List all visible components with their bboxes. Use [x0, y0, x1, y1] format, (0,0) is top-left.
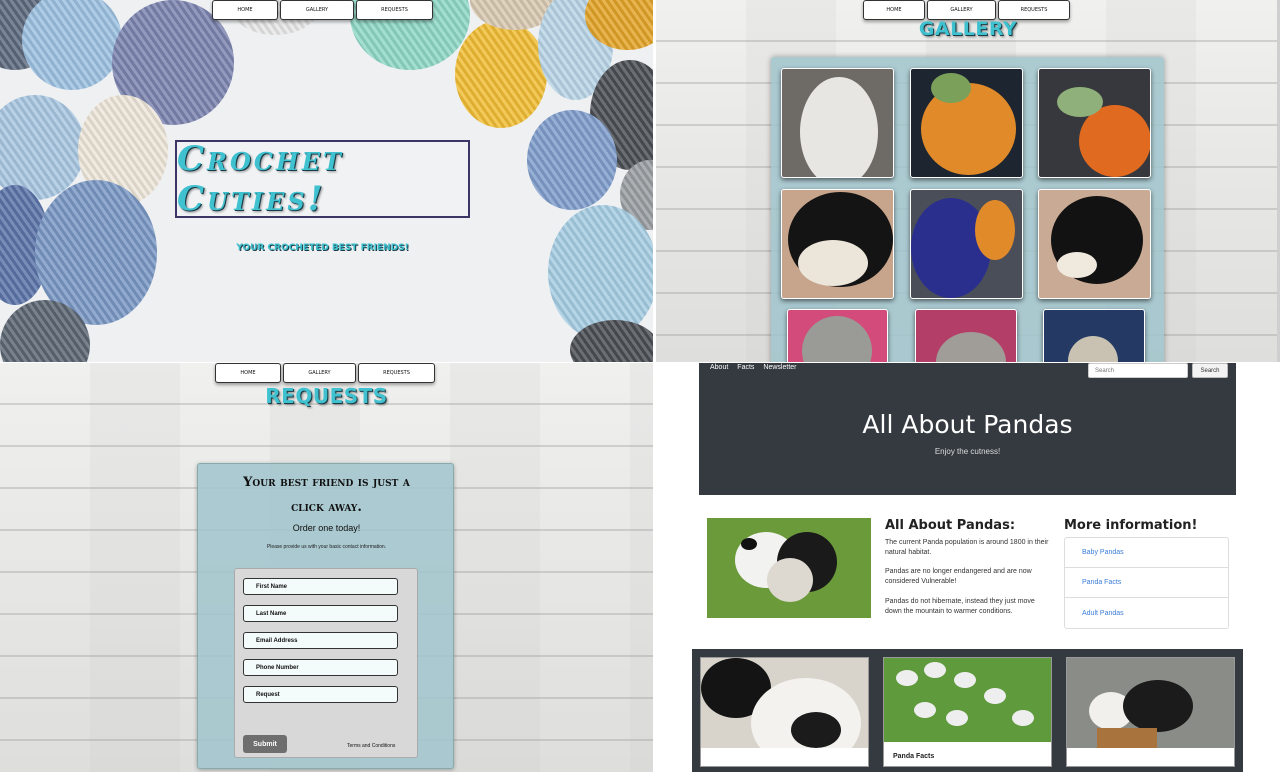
- request-form: First Name Last Name Email Address Phone…: [234, 568, 418, 758]
- search-button[interactable]: Search: [1192, 363, 1228, 378]
- panda-card[interactable]: [700, 657, 869, 767]
- page-subtitle: Enjoy the cutness!: [934, 447, 1001, 456]
- phone-field[interactable]: Phone Number: [243, 659, 398, 676]
- main-nav: HOME GALLERY REQUESTS: [215, 363, 435, 383]
- card-section: Panda Facts: [692, 649, 1243, 772]
- gallery-photo-penguin[interactable]: [781, 189, 894, 299]
- top-nav: About Facts Newsletter: [710, 364, 797, 371]
- nav-home-button[interactable]: HOME: [863, 0, 925, 20]
- request-heading-line: click away.: [291, 500, 362, 515]
- about-paragraph: Pandas do not hibernate, instead they ju…: [885, 598, 1035, 615]
- panda-card-image: [1067, 658, 1234, 748]
- terms-link[interactable]: Terms and Conditions: [347, 743, 395, 749]
- nav-home-button[interactable]: HOME: [212, 0, 278, 20]
- gallery-photo-pumpkin[interactable]: [910, 68, 1023, 178]
- panda-photo: [707, 518, 871, 618]
- gallery-photo[interactable]: [787, 309, 888, 362]
- order-text: Order one today!: [292, 523, 361, 533]
- gallery-panel: [771, 57, 1164, 362]
- request-heading-line: Your best friend is just a: [243, 475, 410, 490]
- request-heading: Your best friend is just a click away.: [198, 470, 455, 520]
- nav-gallery-button[interactable]: GALLERY: [927, 0, 996, 20]
- panda-card-title: Panda Facts: [893, 753, 935, 760]
- about-heading: All About Pandas:: [885, 518, 1016, 533]
- yarn-ball-image: [22, 0, 122, 90]
- nav-facts-link[interactable]: Facts: [737, 364, 754, 371]
- home-title-box: Crochet Cuties!: [175, 139, 470, 219]
- home-page-screenshot: HOME GALLERY REQUESTS Crochet Cuties! YO…: [0, 0, 653, 362]
- pandas-page-screenshot: About Facts Newsletter Search Search All…: [656, 363, 1280, 772]
- jumbotron: About Facts Newsletter Search Search All…: [699, 363, 1236, 495]
- gallery-page-screenshot: HOME GALLERY REQUESTS GALLERY: [656, 0, 1280, 362]
- page-title: Crochet Cuties!: [177, 139, 344, 219]
- panda-card[interactable]: [1066, 657, 1235, 767]
- yarn-ball-image: [455, 20, 547, 128]
- nav-about-link[interactable]: About: [710, 364, 728, 371]
- panda-card-image: [884, 658, 1051, 742]
- about-paragraph: Pandas are no longer endangered and are …: [885, 568, 1032, 585]
- submit-button[interactable]: Submit: [243, 735, 287, 753]
- more-info-list: Baby Pandas Panda Facts Adult Pandas: [1064, 537, 1229, 629]
- requests-page-screenshot: HOME GALLERY REQUESTS REQUESTS Your best…: [0, 363, 653, 772]
- gallery-photo-blueberry[interactable]: [910, 189, 1023, 299]
- main-nav: HOME GALLERY REQUESTS: [212, 0, 433, 20]
- nav-gallery-button[interactable]: GALLERY: [280, 0, 354, 20]
- main-nav: HOME GALLERY REQUESTS: [863, 0, 1070, 20]
- nav-home-button[interactable]: HOME: [215, 363, 281, 383]
- email-field[interactable]: Email Address: [243, 632, 398, 649]
- requests-title: REQUESTS: [265, 384, 388, 408]
- info-text: Please provide us with your basic contac…: [266, 544, 387, 550]
- panda-card[interactable]: Panda Facts: [883, 657, 1052, 767]
- nav-newsletter-link[interactable]: Newsletter: [763, 364, 796, 371]
- yarn-ball-image: [527, 110, 617, 210]
- home-tagline: YOUR CROCHETED BEST FRIENDS!: [236, 243, 409, 253]
- gallery-photo-pumpkin[interactable]: [1038, 68, 1151, 178]
- panda-facts-link[interactable]: Panda Facts: [1065, 568, 1228, 598]
- nav-gallery-button[interactable]: GALLERY: [283, 363, 356, 383]
- nav-requests-button[interactable]: REQUESTS: [356, 0, 433, 20]
- about-paragraph: The current Panda population is around 1…: [885, 539, 1049, 556]
- search-input[interactable]: Search: [1088, 363, 1188, 378]
- panda-card-image: [701, 658, 868, 748]
- request-card: Your best friend is just a click away. O…: [197, 463, 454, 769]
- adult-pandas-link[interactable]: Adult Pandas: [1065, 598, 1228, 628]
- gallery-photo[interactable]: [1043, 309, 1145, 362]
- yarn-ball-image: [548, 205, 653, 340]
- gallery-photo-penguin[interactable]: [1038, 189, 1151, 299]
- page-title: All About Pandas: [862, 410, 1073, 439]
- more-info-heading: More information!: [1064, 518, 1198, 533]
- nav-requests-button[interactable]: REQUESTS: [358, 363, 435, 383]
- gallery-photo[interactable]: [915, 309, 1017, 362]
- last-name-field[interactable]: Last Name: [243, 605, 398, 622]
- nav-requests-button[interactable]: REQUESTS: [998, 0, 1070, 20]
- gallery-photo-ghost[interactable]: [781, 68, 894, 178]
- first-name-field[interactable]: First Name: [243, 578, 398, 595]
- gallery-title: GALLERY: [918, 18, 1018, 40]
- baby-pandas-link[interactable]: Baby Pandas: [1065, 538, 1228, 568]
- request-field[interactable]: Request: [243, 686, 398, 703]
